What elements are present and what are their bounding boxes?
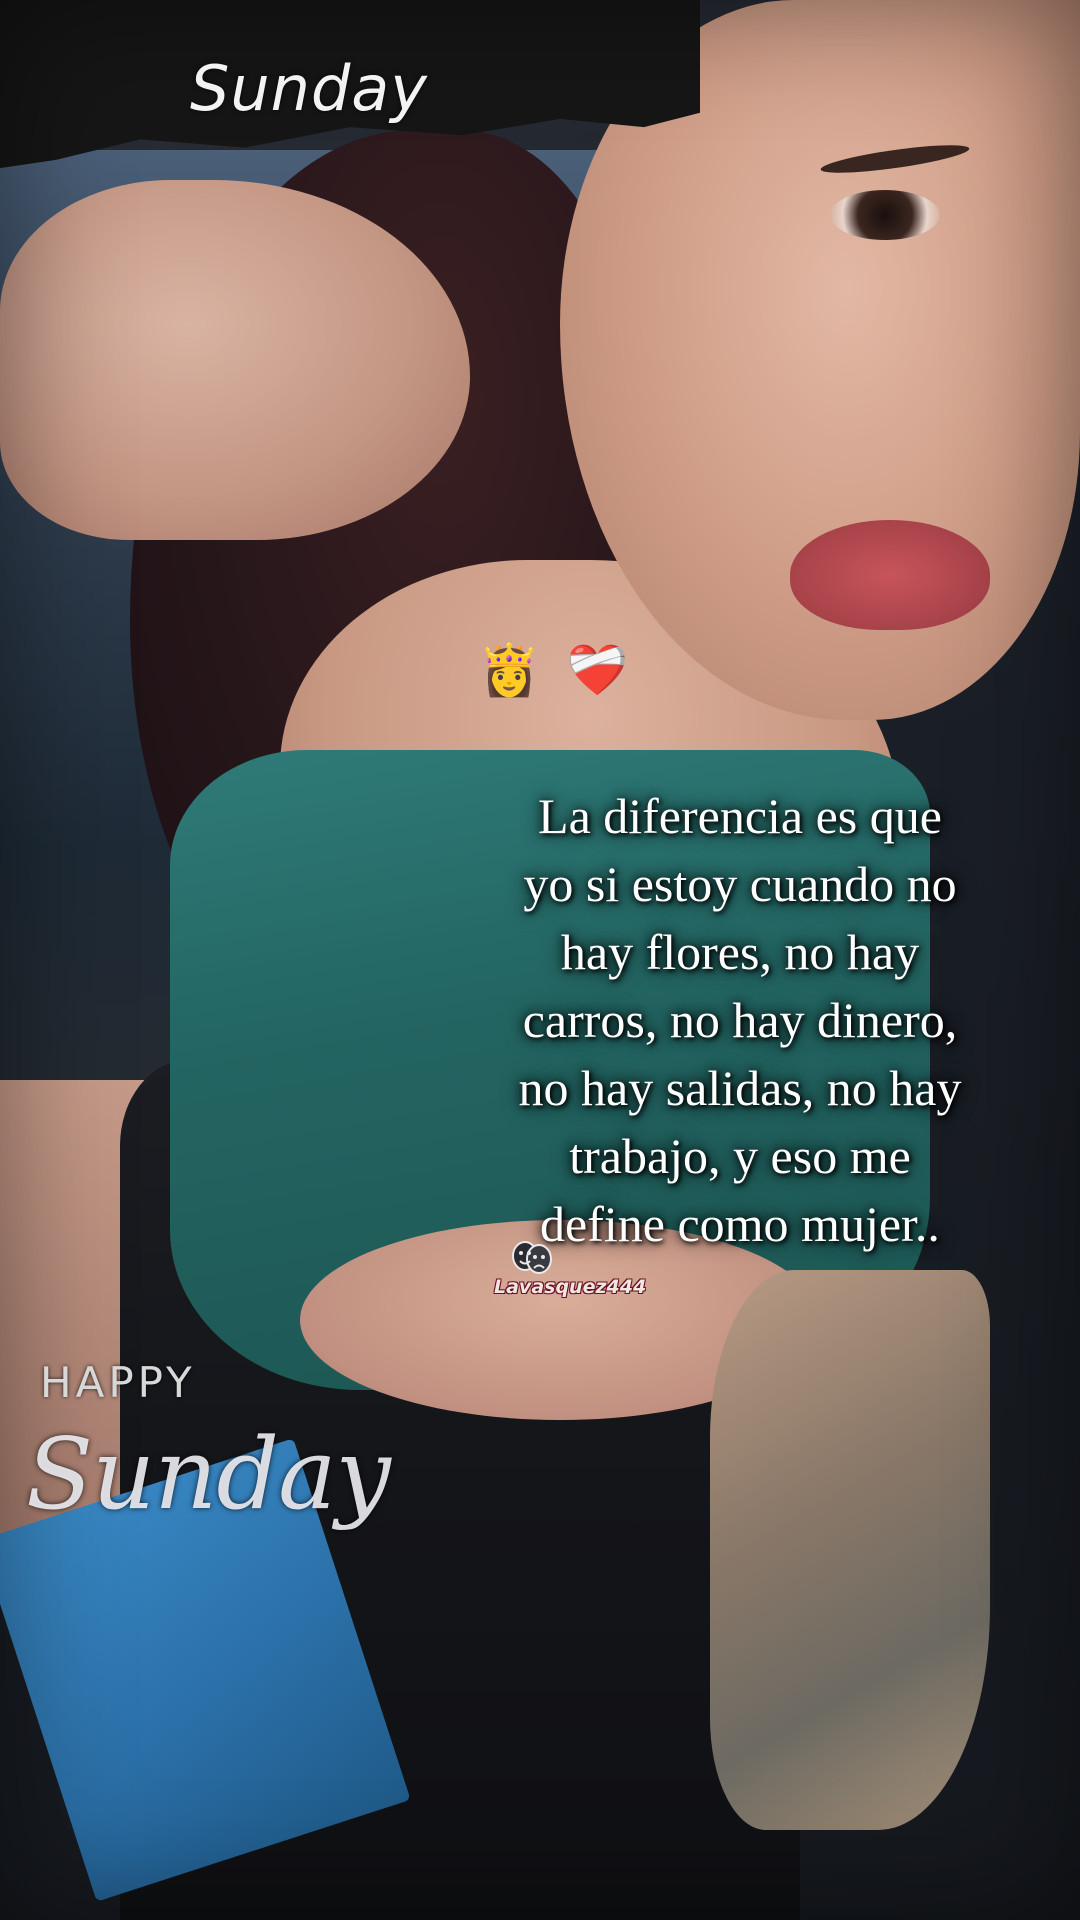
- quote-line: carros, no hay dinero,: [522, 992, 958, 1048]
- emoji-row: 👸 ❤️‍🩹: [478, 645, 638, 695]
- sunday-bottom-title: Sunday: [26, 1418, 391, 1532]
- watermark: Lavasquez444: [494, 1240, 646, 1298]
- quote-line: La diferencia es que: [538, 788, 942, 844]
- quote-line: hay flores, no hay: [560, 924, 920, 980]
- quote-line: trabajo, y eso me: [569, 1128, 911, 1184]
- story-canvas: Sunday 👸 ❤️‍🩹 La diferencia es que yo si…: [0, 0, 1080, 1920]
- lips: [790, 520, 990, 630]
- theater-masks-icon: [510, 1240, 554, 1276]
- quote-line: no hay salidas, no hay: [518, 1060, 962, 1116]
- quote-text: La diferencia es que yo si estoy cuando …: [440, 782, 1040, 1258]
- arm-tattoo: [710, 1270, 990, 1830]
- bandaged-heart-emoji-icon: ❤️‍🩹: [566, 641, 629, 699]
- watermark-text: Lavasquez444: [494, 1276, 647, 1298]
- quote-line: yo si estoy cuando no: [523, 856, 957, 912]
- eye: [830, 190, 940, 240]
- princess-emoji-icon: 👸: [478, 641, 541, 699]
- happy-label: HAPPY: [40, 1358, 196, 1407]
- sunday-top-title: Sunday: [190, 52, 428, 125]
